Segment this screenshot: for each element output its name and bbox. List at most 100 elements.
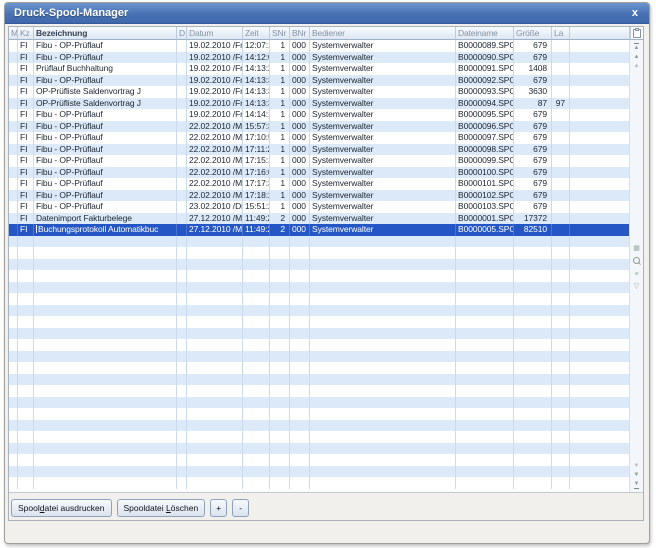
table-row[interactable]: FIFibu - OP-Prüflauf22.02.2010 /Mo17:17:… [9, 178, 630, 190]
column-select-icon[interactable]: ▦ [633, 245, 640, 252]
column-header-zeit[interactable]: Zeit [243, 27, 270, 40]
close-icon[interactable]: x [630, 8, 640, 19]
cell-bnr: 000 [290, 213, 310, 225]
cell-kz: FI [18, 86, 34, 98]
remove-button[interactable]: - [232, 499, 249, 517]
cell-datei [456, 454, 514, 466]
window-title: Druck-Spool-Manager [14, 7, 630, 19]
copy-grid-icon-cell[interactable] [630, 27, 643, 40]
cell-zeit [243, 270, 270, 282]
spooldatei-ausdrucken-button[interactable]: Spooldatei ausdrucken [11, 499, 112, 517]
cell-bediener [310, 259, 456, 271]
cell-datum: 22.02.2010 /Mo [187, 121, 243, 133]
cell-datei: B0000090.SPO [456, 52, 514, 64]
cell-d [177, 270, 187, 282]
cell-extra [570, 40, 630, 52]
scroll-page-down-icon[interactable]: ▼ [634, 472, 640, 478]
column-header-datei[interactable]: Dateiname [456, 27, 514, 40]
column-header-datum[interactable]: Datum [187, 27, 243, 40]
column-header-kz[interactable]: Kz [18, 27, 34, 40]
table-row[interactable]: FIFibu - OP-Prüflauf22.02.2010 /Mo15:57:… [9, 121, 630, 133]
cell-datum: 19.02.2010 /Fr [187, 40, 243, 52]
cell-datum: 27.12.2010 /Mo [187, 213, 243, 225]
cell-bediener: Systemverwalter [310, 52, 456, 64]
cell-m [9, 397, 18, 409]
cell-la [552, 408, 570, 420]
cell-bediener: Systemverwalter [310, 167, 456, 179]
table-row[interactable]: FIOP-Prüfliste Saldenvortrag J19.02.2010… [9, 98, 630, 110]
cell-snr [270, 477, 290, 489]
cell-datei [456, 305, 514, 317]
cell-snr: 2 [270, 224, 290, 236]
cell-m [9, 316, 18, 328]
cell-la [552, 247, 570, 259]
table-row[interactable]: FIFibu - OP-Prüflauf19.02.2010 /Fr14:12:… [9, 52, 630, 64]
empty-row [9, 282, 630, 294]
cell-bnr [290, 454, 310, 466]
cell-snr: 1 [270, 201, 290, 213]
cell-groesse: 679 [514, 167, 552, 179]
column-header-snr[interactable]: SNr [270, 27, 290, 40]
row-down-icon[interactable]: ▼ [634, 463, 640, 469]
cell-d [177, 420, 187, 432]
cell-datei [456, 362, 514, 374]
table-row[interactable]: FIBuchungsprotokoll Automatikbuc27.12.20… [9, 224, 630, 236]
table-row[interactable]: FIFibu - OP-Prüflauf19.02.2010 /Fr14:14:… [9, 109, 630, 121]
table-row[interactable]: FIFibu - OP-Prüflauf23.02.2010 /Di15:51:… [9, 201, 630, 213]
empty-row [9, 454, 630, 466]
search-icon[interactable] [633, 257, 640, 266]
table-row[interactable]: FIFibu - OP-Prüflauf22.02.2010 /Mo17:10:… [9, 132, 630, 144]
cell-d [177, 305, 187, 317]
cell-d [177, 408, 187, 420]
cell-kz [18, 351, 34, 363]
cell-groesse: 3630 [514, 86, 552, 98]
cell-bez: Fibu - OP-Prüflauf [34, 155, 177, 167]
cell-kz: FI [18, 121, 34, 133]
cell-la [552, 109, 570, 121]
titlebar: Druck-Spool-Manager x [5, 3, 649, 24]
empty-row [9, 259, 630, 271]
table-row[interactable]: FIFibu - OP-Prüflauf22.02.2010 /Mo17:16:… [9, 167, 630, 179]
cell-zeit [243, 443, 270, 455]
cell-datum [187, 351, 243, 363]
scroll-page-up-icon[interactable]: ▲ [634, 54, 640, 60]
cell-d [177, 236, 187, 248]
cell-la [552, 305, 570, 317]
cell-d [177, 328, 187, 340]
table-row[interactable]: FIDatenimport Fakturbelege27.12.2010 /Mo… [9, 213, 630, 225]
clipboard-icon [633, 29, 641, 38]
cell-bez: Fibu - OP-Prüflauf [34, 190, 177, 202]
spooldatei-loeschen-button[interactable]: Spooldatei Löschen [117, 499, 206, 517]
rows-container: FI Fibu - OP-Prüflauf 19.02.2010 /Fr12:07:… [9, 40, 630, 492]
cell-snr: 1 [270, 132, 290, 144]
cell-la [552, 75, 570, 87]
table-row[interactable]: FIFibu - OP-Prüflauf19.02.2010 /Fr12:07:… [9, 40, 630, 52]
column-header-la[interactable]: La [552, 27, 570, 40]
table-row[interactable]: FIFibu - OP-Prüflauf19.02.2010 /Fr14:13:… [9, 75, 630, 87]
column-header-d[interactable]: D [177, 27, 187, 40]
filter-icon[interactable]: ▽ [634, 283, 639, 290]
scroll-first-icon[interactable]: ▲ [634, 43, 640, 51]
table-row[interactable]: FIFibu - OP-Prüflauf22.02.2010 /Mo17:18:… [9, 190, 630, 202]
column-header-bnr[interactable]: BNr [290, 27, 310, 40]
cell-zeit: 12:07:1 [243, 40, 270, 52]
column-header-bediener[interactable]: Bediener [310, 27, 456, 40]
column-header-groesse[interactable]: Größe [514, 27, 552, 40]
sort-icon[interactable]: ≡ [634, 271, 638, 278]
column-header-extra[interactable] [570, 27, 630, 40]
cell-la [552, 362, 570, 374]
table-row[interactable]: FIOP-Prüfliste Saldenvortrag J19.02.2010… [9, 86, 630, 98]
scroll-last-icon[interactable]: ▼ [634, 481, 640, 489]
table-row[interactable]: FIFibu - OP-Prüflauf22.02.2010 /Mo17:15:… [9, 155, 630, 167]
table-row[interactable]: FIFibu - OP-Prüflauf22.02.2010 /Mo17:11:… [9, 144, 630, 156]
cell-bnr [290, 247, 310, 259]
cell-bez [34, 466, 177, 478]
column-header-m[interactable]: M [9, 27, 18, 40]
cell-datum [187, 454, 243, 466]
add-button[interactable]: + [210, 499, 227, 517]
cell-bez [34, 247, 177, 259]
column-header-bez[interactable]: Bezeichnung [34, 27, 177, 40]
cell-la [552, 40, 570, 52]
table-row[interactable]: FIPrüflauf Buchhaltung19.02.2010 /Fr14:1… [9, 63, 630, 75]
row-up-icon[interactable]: ▲ [634, 63, 640, 69]
